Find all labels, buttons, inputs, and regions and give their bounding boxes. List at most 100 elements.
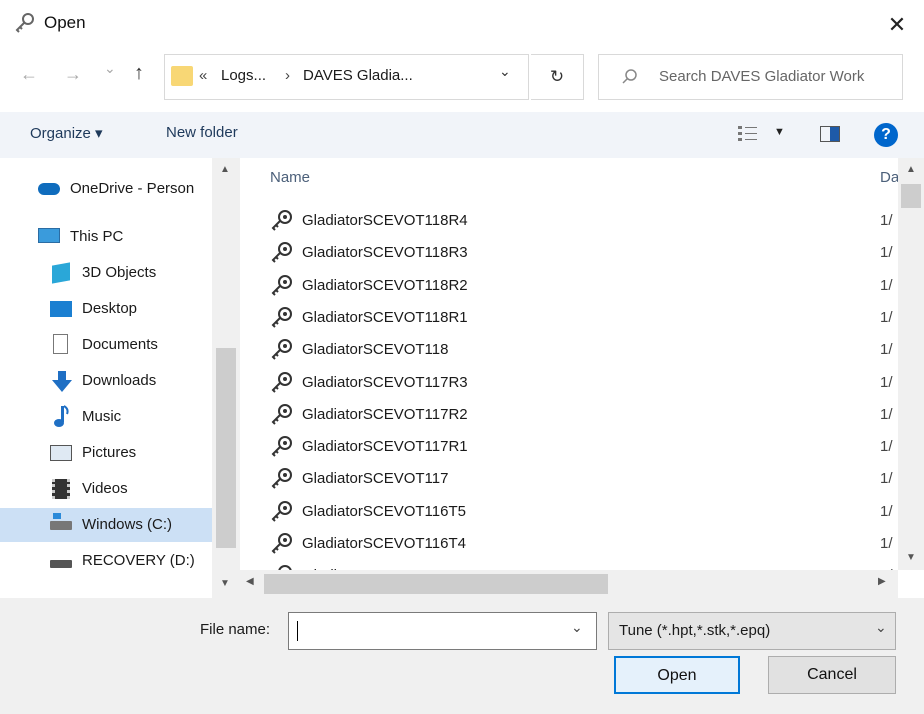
sidebar-item-label: 3D Objects bbox=[82, 264, 157, 281]
column-header-date[interactable]: Da bbox=[880, 169, 898, 186]
file-date: 1/ bbox=[880, 212, 893, 229]
file-row[interactable]: GladiatorSCEVOT116T5 1/ bbox=[240, 496, 898, 528]
sidebar-item-documents[interactable]: Documents bbox=[0, 328, 212, 362]
file-row[interactable]: GladiatorSCEVOT118R4 1/ bbox=[240, 205, 898, 237]
pictures-icon bbox=[50, 445, 72, 461]
address-bar[interactable]: « Logs... › DAVES Gladia... ⌄ bbox=[164, 54, 529, 100]
sidebar-item-pictures[interactable]: Pictures bbox=[0, 436, 212, 470]
view-options-icon[interactable] bbox=[738, 125, 760, 147]
file-name: GladiatorSCEVOT118R1 bbox=[302, 308, 468, 326]
file-list-hscroll-thumb[interactable] bbox=[264, 574, 608, 594]
refresh-button[interactable]: ↻ bbox=[531, 54, 584, 100]
file-name-input[interactable]: ⌄ bbox=[288, 612, 597, 650]
file-row[interactable]: GladiatorSCEVOT118R3 1/ bbox=[240, 237, 898, 269]
desktop-icon bbox=[50, 301, 72, 317]
scroll-right-icon[interactable]: ▶ bbox=[878, 576, 886, 587]
sidebar-item-desktop[interactable]: Desktop bbox=[0, 292, 212, 326]
sidebar-item-label: Desktop bbox=[82, 300, 138, 317]
sidebar-scroll-thumb[interactable] bbox=[216, 348, 236, 548]
file-date: 1/ bbox=[880, 470, 893, 488]
search-box[interactable]: Search DAVES Gladiator Work bbox=[598, 54, 903, 100]
cancel-button[interactable]: Cancel bbox=[768, 656, 896, 694]
file-name: GladiatorSCEVOT118R2 bbox=[302, 276, 468, 294]
file-name-label: File name: bbox=[200, 621, 271, 638]
file-date: 1/ bbox=[880, 244, 893, 262]
navigation-pane: OneDrive - Person This PC 3D Objects Des… bbox=[0, 158, 240, 598]
sidebar-item-label: Videos bbox=[82, 480, 128, 497]
address-dropdown-icon[interactable]: ⌄ bbox=[499, 63, 511, 80]
file-name: GladiatorSCEVOT116T5 bbox=[302, 502, 466, 520]
sidebar-item-label: Music bbox=[82, 408, 122, 425]
refresh-icon: ↻ bbox=[549, 67, 565, 86]
sidebar-item-this-pc[interactable]: This PC bbox=[0, 220, 212, 254]
scroll-left-icon[interactable]: ◀ bbox=[246, 576, 254, 587]
file-name: GladiatorSCEVOT118 bbox=[302, 341, 449, 359]
title-bar: Open ✕ bbox=[0, 0, 924, 48]
sidebar-item-onedrive[interactable]: OneDrive - Person bbox=[0, 172, 212, 206]
file-row[interactable]: GladiatorSCEVOT117 1/ bbox=[240, 463, 898, 495]
scroll-up-icon[interactable]: ▲ bbox=[220, 164, 230, 175]
view-options-caret-icon[interactable]: ▼ bbox=[774, 126, 785, 138]
back-arrow-icon[interactable]: ← bbox=[20, 64, 38, 85]
close-icon[interactable]: ✕ bbox=[880, 8, 914, 42]
up-arrow-icon[interactable]: ↑ bbox=[134, 62, 144, 85]
forward-arrow-icon[interactable]: → bbox=[64, 64, 82, 85]
file-list-horizontal-scrollbar[interactable]: ◀ ▶ bbox=[240, 570, 898, 598]
file-row[interactable]: GladiatorSCEVOT116T4 1/ bbox=[240, 528, 898, 560]
cube-icon bbox=[52, 262, 70, 284]
open-button[interactable]: Open bbox=[614, 656, 740, 694]
folder-icon bbox=[171, 66, 193, 86]
drive-icon bbox=[50, 560, 72, 568]
sidebar-item-label: RECOVERY (D:) bbox=[82, 552, 195, 569]
breadcrumb-overflow[interactable]: « bbox=[199, 67, 207, 84]
sidebar-item-3d-objects[interactable]: 3D Objects bbox=[0, 256, 212, 290]
file-row[interactable]: GladiatorSCEVOT117R3 1/ bbox=[240, 367, 898, 399]
scroll-up-icon[interactable]: ▲ bbox=[906, 164, 916, 175]
file-row[interactable]: GladiatorSCEVOT118R2 1/ bbox=[240, 270, 898, 302]
sidebar-item-label: Windows (C:) bbox=[82, 516, 173, 533]
sidebar-item-music[interactable]: Music bbox=[0, 400, 212, 434]
file-date: 1/ bbox=[880, 502, 893, 520]
file-name-dropdown-icon[interactable]: ⌄ bbox=[571, 619, 583, 636]
search-icon bbox=[621, 68, 639, 90]
file-name: GladiatorSCEVOT117R1 bbox=[302, 438, 468, 456]
file-type-dropdown-icon[interactable]: ⌄ bbox=[875, 619, 887, 636]
dialog-footer: File name: ⌄ Tune (*.hpt,*.stk,*.epq) ⌄ … bbox=[0, 598, 924, 714]
file-list-scroll-thumb[interactable] bbox=[901, 184, 921, 208]
search-placeholder: Search DAVES Gladiator Work bbox=[659, 68, 865, 85]
sidebar-item-recovery-d[interactable]: RECOVERY (D:) bbox=[0, 544, 212, 578]
file-row[interactable]: GladiatorSCEVOT117R1 1/ bbox=[240, 431, 898, 463]
documents-icon bbox=[53, 334, 68, 354]
file-name: GladiatorSCEVOT117R3 bbox=[302, 373, 468, 391]
file-list-vertical-scrollbar[interactable]: ▲ ▼ bbox=[898, 158, 924, 570]
sidebar-item-label: Downloads bbox=[82, 372, 157, 389]
sidebar-item-downloads[interactable]: Downloads bbox=[0, 364, 212, 398]
sidebar-item-windows-c[interactable]: Windows (C:) bbox=[0, 508, 212, 542]
file-row[interactable]: GladiatorSCEVOT117R2 1/ bbox=[240, 399, 898, 431]
file-list: Name Da GladiatorSCEVOT118R4 1/GladiatorS… bbox=[240, 158, 898, 570]
file-date: 1/ bbox=[880, 560, 893, 570]
breadcrumb-separator: › bbox=[285, 67, 290, 84]
breadcrumb-logs[interactable]: Logs... bbox=[221, 67, 266, 84]
scroll-down-icon[interactable]: ▼ bbox=[220, 578, 230, 589]
file-date: 1/ bbox=[880, 405, 893, 423]
column-header-name[interactable]: Name bbox=[270, 169, 310, 186]
breadcrumb-daves-gladiator[interactable]: DAVES Gladia... bbox=[303, 67, 413, 84]
help-icon[interactable]: ? bbox=[874, 123, 898, 147]
file-row[interactable]: GladiatorSCEVOT118 1/ bbox=[240, 334, 898, 366]
file-row[interactable]: GladiatorSCEVOT116T3 1/ bbox=[240, 560, 898, 570]
sidebar-scrollbar[interactable]: ▲ ▼ bbox=[212, 158, 240, 598]
recent-locations-chevron-icon[interactable]: ⌄ bbox=[104, 60, 116, 77]
file-type-select[interactable]: Tune (*.hpt,*.stk,*.epq) ⌄ bbox=[608, 612, 896, 650]
sidebar-item-videos[interactable]: Videos bbox=[0, 472, 212, 506]
new-folder-button[interactable]: New folder bbox=[166, 124, 238, 141]
organize-button[interactable]: Organize ▾ bbox=[30, 124, 103, 142]
preview-pane-icon[interactable] bbox=[820, 126, 840, 142]
cloud-icon bbox=[38, 183, 60, 195]
file-row[interactable]: GladiatorSCEVOT118R1 1/ bbox=[240, 302, 898, 334]
scroll-down-icon[interactable]: ▼ bbox=[906, 552, 916, 563]
file-type-value: Tune (*.hpt,*.stk,*.epq) bbox=[619, 622, 771, 639]
file-name: GladiatorSCEVOT118R4 bbox=[302, 212, 468, 229]
sidebar-item-label: OneDrive - Person bbox=[70, 180, 195, 197]
command-bar: Organize ▾ New folder ▼ ? bbox=[0, 112, 924, 158]
